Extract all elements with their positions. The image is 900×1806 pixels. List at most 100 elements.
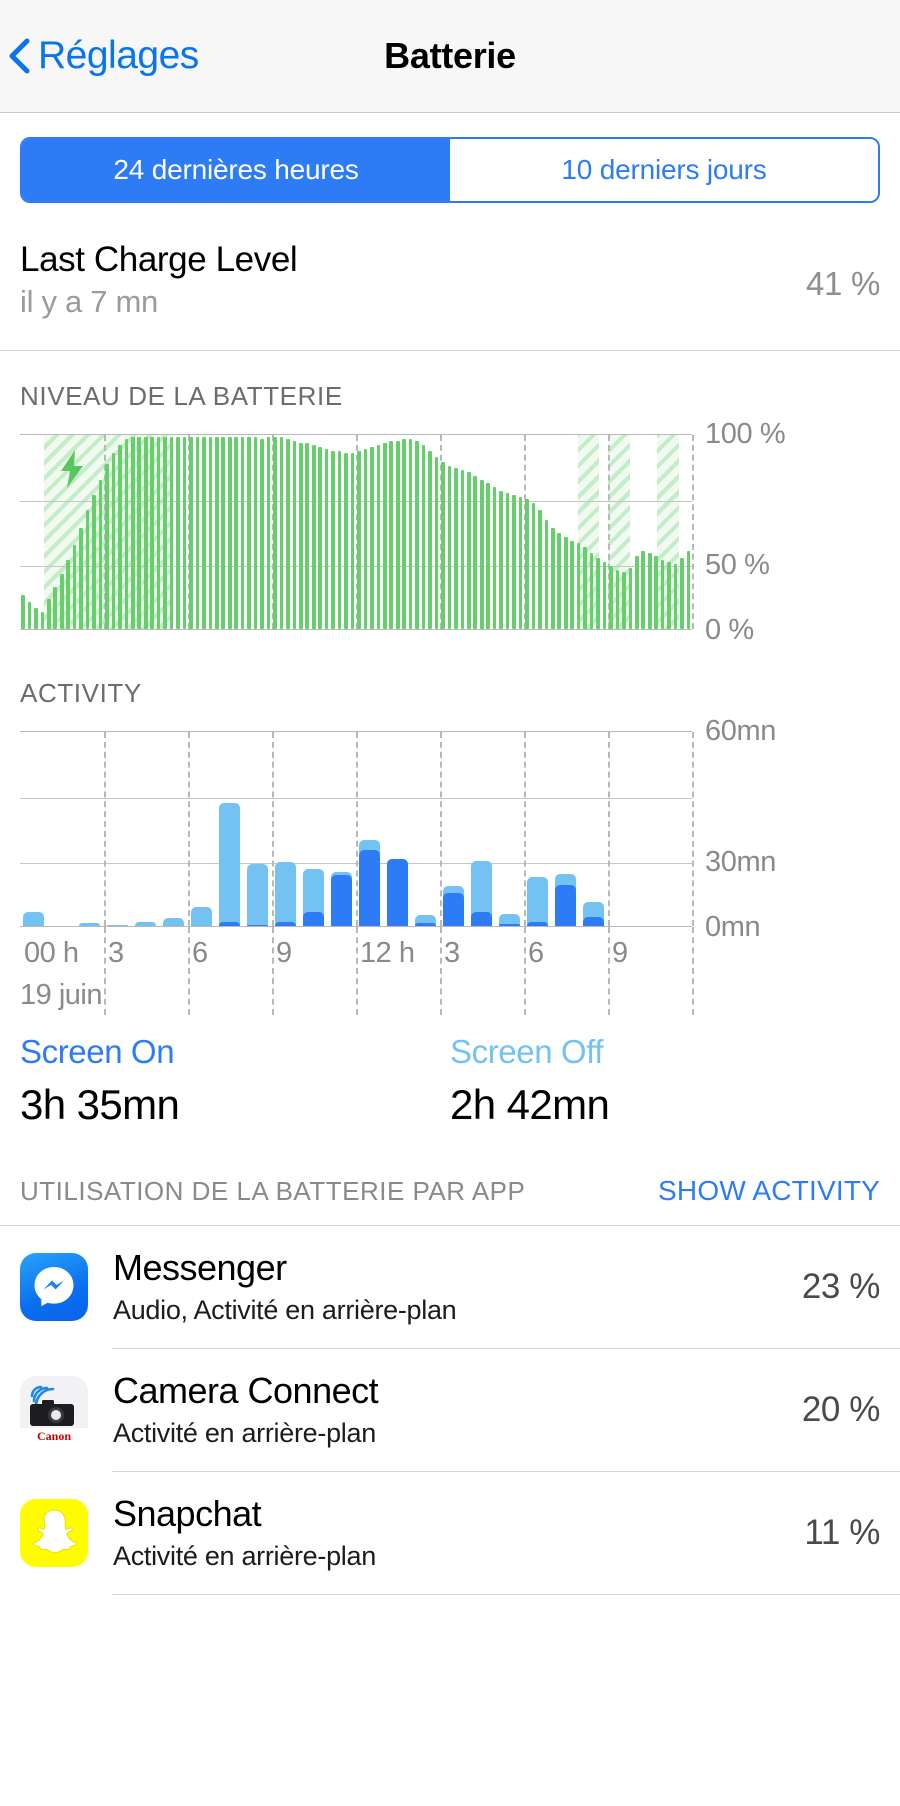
- battery-bar: [589, 552, 594, 630]
- activity-bar-screen-off: [275, 862, 296, 927]
- activity-bar: [303, 868, 324, 927]
- activity-bar: [583, 902, 604, 927]
- activity-bar-screen-on: [555, 884, 576, 927]
- battery-level-chart-block: NIVEAU DE LA BATTERIE 100 % 50 % 0 %: [0, 381, 900, 646]
- snapchat-ghost-icon: [20, 1499, 88, 1568]
- battery-y-tick: 50 %: [705, 548, 770, 581]
- battery-bar: [131, 437, 135, 630]
- activity-bar-screen-on: [527, 921, 548, 927]
- last-charge-text: Last Charge Level il y a 7 mn: [20, 239, 298, 320]
- battery-bar: [215, 437, 219, 630]
- battery-bar: [286, 439, 290, 630]
- battery-bar: [499, 491, 503, 630]
- battery-bar: [118, 444, 122, 630]
- battery-bar: [299, 443, 303, 630]
- activity-bar: [79, 923, 100, 927]
- battery-bar: [92, 494, 96, 630]
- table-row[interactable]: Messenger Audio, Activité en arrière-pla…: [0, 1226, 900, 1348]
- battery-bar: [363, 448, 368, 630]
- battery-bar: [383, 443, 387, 630]
- activity-bar-screen-off: [527, 876, 548, 927]
- gridline-vertical: [692, 732, 694, 927]
- battery-bar: [279, 437, 284, 630]
- battery-bar: [441, 462, 445, 630]
- app-name: Messenger: [113, 1247, 287, 1289]
- activity-x-tick: 3: [108, 937, 124, 970]
- activity-bar-screen-off: [219, 803, 240, 927]
- gridline-vertical: [440, 732, 442, 927]
- activity-bar-screen-off: [135, 922, 156, 927]
- battery-bar: [227, 437, 232, 630]
- battery-bar: [628, 567, 633, 630]
- gridline-vertical: [356, 732, 358, 927]
- battery-bar: [680, 558, 684, 630]
- battery-y-tick: 0 %: [705, 614, 754, 647]
- battery-y-tick: 100 %: [705, 418, 786, 451]
- app-text: Snapchat Activité en arrière-plan: [113, 1493, 790, 1572]
- battery-bar: [27, 602, 32, 630]
- battery-bar: [505, 492, 510, 630]
- battery-bar: [551, 527, 555, 630]
- battery-bar: [635, 556, 639, 630]
- activity-bar-screen-off: [247, 863, 268, 927]
- activity-bar: [331, 871, 352, 927]
- battery-bar: [202, 437, 206, 630]
- app-text: Messenger Audio, Activité en arrière-pla…: [113, 1247, 788, 1326]
- battery-bar: [563, 537, 568, 630]
- activity-bar: [555, 873, 576, 927]
- battery-bar: [124, 439, 129, 630]
- battery-bar: [305, 443, 310, 630]
- activity-bar: [499, 914, 520, 927]
- range-selector: 24 dernières heures 10 derniers jours: [0, 113, 900, 203]
- battery-bar: [111, 452, 116, 630]
- activity-bar: [471, 860, 492, 927]
- back-button-label: Réglages: [38, 34, 199, 77]
- battery-bar: [137, 437, 142, 630]
- battery-bar: [570, 540, 574, 630]
- activity-date-label: 19 juin: [20, 979, 102, 1012]
- battery-bar: [34, 608, 38, 630]
- activity-bar-screen-on: [499, 923, 520, 927]
- gridline-vertical-extension: [524, 927, 526, 1016]
- app-description: Audio, Activité en arrière-plan: [113, 1295, 457, 1326]
- svg-text:Canon: Canon: [37, 1429, 71, 1443]
- app-usage-list: Messenger Audio, Activité en arrière-pla…: [0, 1225, 900, 1596]
- activity-x-tick: 12 h: [360, 937, 415, 970]
- battery-bar: [596, 558, 600, 630]
- battery-bar: [59, 573, 64, 630]
- table-row[interactable]: Canon Camera Connect Activité en arrière…: [0, 1349, 900, 1471]
- battery-bar: [105, 464, 109, 630]
- battery-bar: [602, 562, 607, 630]
- battery-bar: [389, 441, 394, 630]
- messenger-icon: [20, 1253, 88, 1322]
- battery-bar: [402, 439, 406, 630]
- activity-x-tick: 6: [528, 937, 544, 970]
- battery-bar: [260, 439, 264, 630]
- battery-bar: [53, 587, 58, 630]
- app-percent: 11 %: [804, 1513, 880, 1553]
- show-activity-button[interactable]: SHOW ACTIVITY: [658, 1175, 880, 1207]
- activity-x-tick: 00 h: [24, 937, 79, 970]
- battery-bar: [667, 562, 671, 630]
- battery-bar: [395, 441, 400, 630]
- screen-on-stat: Screen On 3h 35mn: [20, 1033, 450, 1129]
- activity-bar-screen-off: [79, 923, 100, 927]
- battery-bar: [408, 439, 413, 630]
- activity-bar-screen-on: [303, 911, 324, 927]
- chevron-left-icon: [8, 37, 30, 75]
- back-button[interactable]: Réglages: [0, 34, 199, 78]
- battery-bar: [492, 487, 497, 630]
- battery-bar: [47, 598, 51, 630]
- activity-bar: [23, 911, 44, 927]
- battery-bar: [544, 519, 549, 630]
- last-charge-row: Last Charge Level il y a 7 mn 41 %: [0, 239, 900, 352]
- battery-bar: [647, 552, 652, 630]
- battery-bar: [615, 569, 620, 630]
- battery-bar: [247, 437, 251, 630]
- activity-bar: [359, 839, 380, 927]
- tab-24-hours[interactable]: 24 dernières heures: [22, 139, 450, 201]
- battery-level-label: NIVEAU DE LA BATTERIE: [20, 381, 343, 412]
- battery-bar: [240, 437, 245, 630]
- tab-10-days[interactable]: 10 derniers jours: [450, 139, 878, 201]
- table-row[interactable]: Snapchat Activité en arrière-plan 11 %: [0, 1472, 900, 1594]
